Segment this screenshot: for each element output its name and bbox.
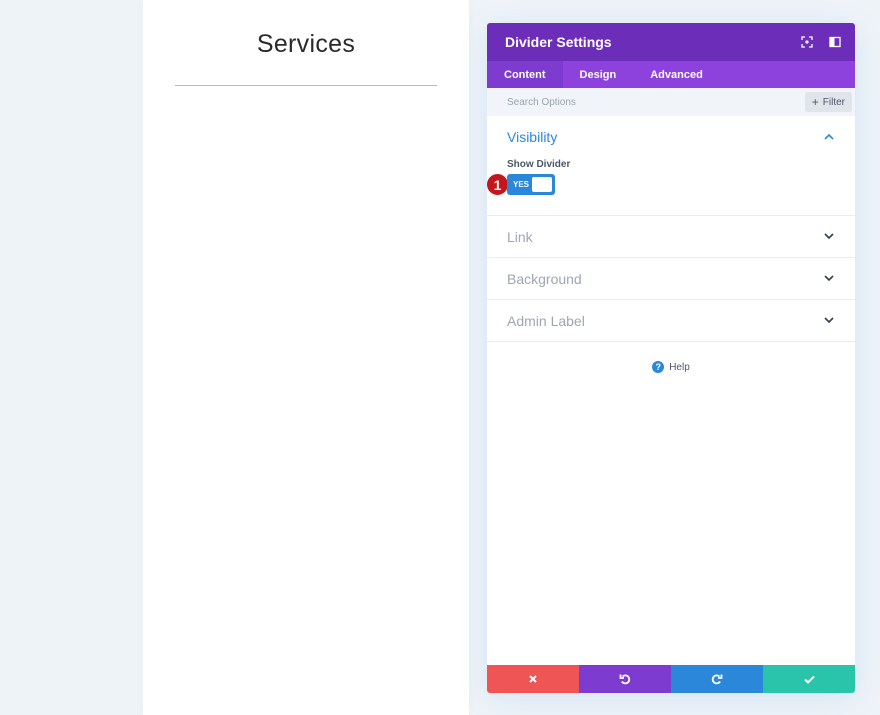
help-icon: ? bbox=[652, 361, 665, 373]
show-divider-label: Show Divider bbox=[507, 159, 571, 170]
header-icons bbox=[799, 23, 843, 61]
tab-advanced[interactable]: Advanced bbox=[633, 61, 720, 88]
toggle-text: YES bbox=[513, 180, 530, 189]
save-button[interactable] bbox=[763, 665, 855, 693]
search-options-input[interactable] bbox=[507, 96, 757, 108]
chevron-down-icon[interactable] bbox=[823, 315, 835, 327]
section-visibility-header[interactable]: Visibility bbox=[487, 116, 855, 157]
search-row: + Filter bbox=[487, 88, 855, 116]
undo-button[interactable] bbox=[579, 665, 671, 693]
sidebar-layout-icon[interactable] bbox=[827, 34, 843, 50]
section-title: Link bbox=[507, 228, 533, 245]
redo-button[interactable] bbox=[671, 665, 763, 693]
step-badge: 1 bbox=[487, 173, 509, 196]
section-background-header[interactable]: Background bbox=[487, 258, 855, 299]
page-preview: Services bbox=[143, 0, 469, 715]
section-title: Visibility bbox=[507, 128, 558, 145]
section-background: Background bbox=[487, 258, 855, 300]
section-admin-label-header[interactable]: Admin Label bbox=[487, 300, 855, 341]
redo-icon bbox=[711, 674, 723, 685]
plus-icon: + bbox=[811, 95, 819, 109]
section-link: Link bbox=[487, 216, 855, 258]
check-icon bbox=[803, 675, 815, 684]
modal-title: Divider Settings bbox=[505, 34, 612, 50]
section-visibility: Visibility Show Divider 1 YES bbox=[487, 116, 855, 216]
close-icon bbox=[529, 675, 537, 683]
divider-module[interactable] bbox=[175, 85, 437, 86]
section-visibility-body: Show Divider 1 YES bbox=[487, 157, 855, 215]
tab-content[interactable]: Content bbox=[487, 61, 563, 88]
section-admin-label: Admin Label bbox=[487, 300, 855, 342]
toggle-knob bbox=[532, 177, 552, 192]
section-title: Admin Label bbox=[507, 312, 585, 329]
filter-button[interactable]: + Filter bbox=[804, 92, 852, 112]
divider-settings-modal: Divider Settings Content Design Advanced bbox=[487, 23, 855, 693]
fullscreen-icon[interactable] bbox=[799, 34, 815, 50]
undo-icon bbox=[619, 674, 631, 685]
help-link[interactable]: ? Help bbox=[487, 361, 855, 373]
help-label: Help bbox=[669, 361, 690, 373]
tab-bar: Content Design Advanced bbox=[487, 61, 855, 88]
tab-design[interactable]: Design bbox=[563, 61, 634, 88]
section-link-header[interactable]: Link bbox=[487, 216, 855, 257]
show-divider-field: 1 YES bbox=[487, 173, 835, 196]
filter-label: Filter bbox=[822, 96, 845, 108]
discard-button[interactable] bbox=[487, 665, 579, 693]
page-heading[interactable]: Services bbox=[143, 30, 469, 59]
show-divider-toggle[interactable]: YES bbox=[507, 174, 555, 195]
modal-header[interactable]: Divider Settings bbox=[487, 23, 855, 61]
modal-footer bbox=[487, 665, 855, 693]
section-title: Background bbox=[507, 270, 582, 287]
chevron-down-icon[interactable] bbox=[823, 273, 835, 285]
chevron-down-icon[interactable] bbox=[823, 231, 835, 243]
chevron-up-icon[interactable] bbox=[823, 131, 835, 143]
